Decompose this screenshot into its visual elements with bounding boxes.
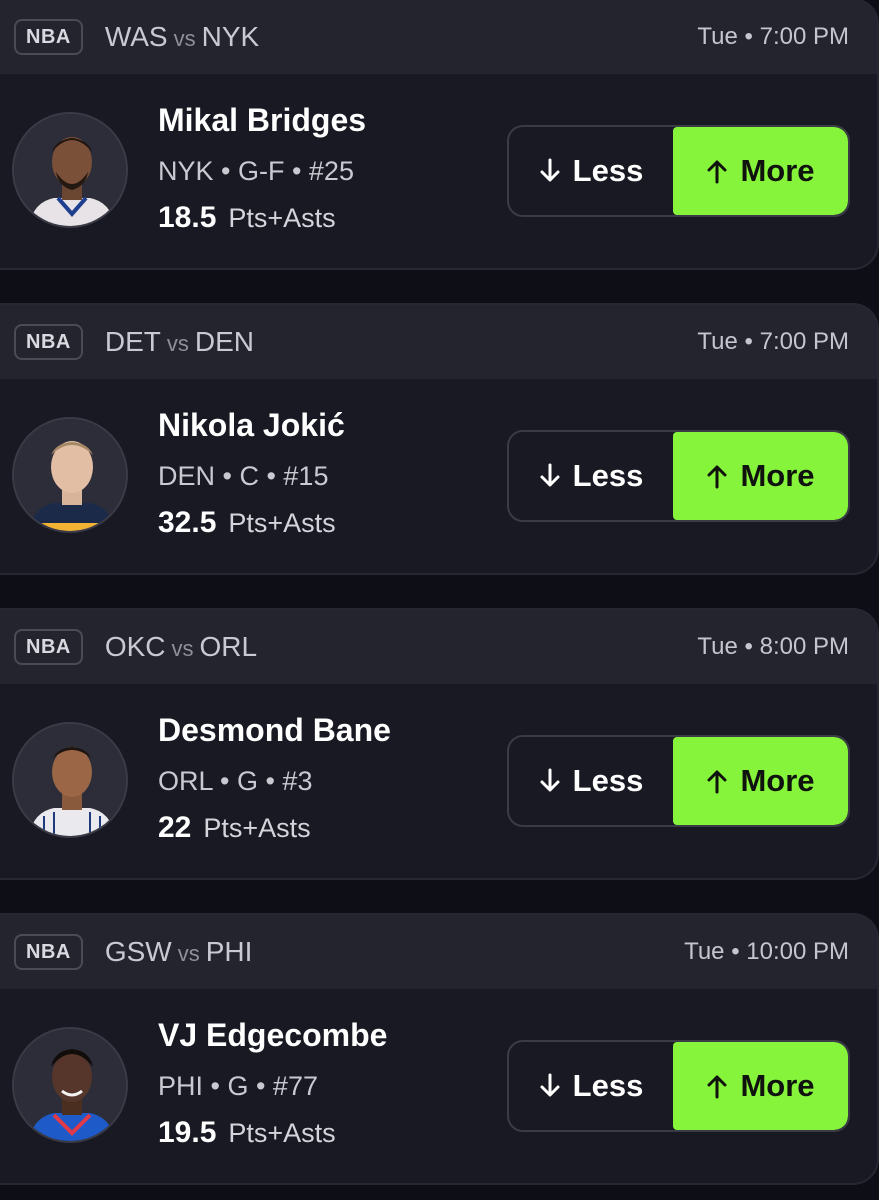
arrow-down-icon bbox=[539, 1073, 561, 1099]
league-badge: NBA bbox=[14, 324, 83, 360]
less-button[interactable]: Less bbox=[509, 737, 673, 825]
game-time: Tue • 10:00 PM bbox=[684, 938, 849, 965]
matchup: GSW vs PHI bbox=[105, 936, 253, 968]
home-team: DET bbox=[104, 326, 161, 357]
more-label: More bbox=[740, 1068, 815, 1103]
matchup: WAS vs NYK bbox=[105, 21, 259, 53]
game-time: Tue • 8:00 PM bbox=[697, 633, 849, 660]
home-team: WAS bbox=[104, 21, 168, 52]
more-label: More bbox=[740, 763, 815, 798]
vs-label: vs bbox=[173, 26, 196, 51]
player-avatar[interactable] bbox=[12, 112, 128, 228]
stat-line: 32.5 Pts+Asts bbox=[158, 506, 336, 540]
card-body: VJ Edgecombe PHI • G • #77 19.5 Pts+Asts… bbox=[0, 989, 877, 1183]
player-headshot-icon bbox=[14, 1029, 126, 1141]
projection-card: NBA OKC vs ORL Tue • 8:00 PM Desmond Ban… bbox=[0, 608, 879, 880]
projection-card: NBA GSW vs PHI Tue • 10:00 PM VJ Edgecom… bbox=[0, 913, 879, 1185]
arrow-up-icon bbox=[706, 158, 728, 184]
away-team: ORL bbox=[199, 631, 258, 662]
game-time: Tue • 7:00 PM bbox=[697, 328, 849, 355]
pick-toggle: Less More bbox=[507, 430, 850, 522]
more-button[interactable]: More bbox=[673, 1042, 848, 1130]
arrow-up-icon bbox=[706, 768, 728, 794]
arrow-down-icon bbox=[539, 158, 561, 184]
player-avatar[interactable] bbox=[12, 722, 128, 838]
less-button[interactable]: Less bbox=[509, 1042, 673, 1130]
stat-value: 22 bbox=[158, 811, 192, 844]
league-badge: NBA bbox=[14, 629, 83, 665]
less-button[interactable]: Less bbox=[509, 432, 673, 520]
matchup: OKC vs ORL bbox=[105, 631, 257, 663]
home-team: OKC bbox=[104, 631, 166, 662]
stat-value: 19.5 bbox=[158, 1116, 217, 1149]
card-header: NBA OKC vs ORL Tue • 8:00 PM bbox=[0, 610, 877, 684]
player-headshot-icon bbox=[14, 419, 126, 531]
less-label: Less bbox=[572, 153, 644, 188]
more-button[interactable]: More bbox=[673, 432, 848, 520]
stat-type: Pts+Asts bbox=[228, 508, 336, 538]
stat-line: 18.5 Pts+Asts bbox=[158, 201, 336, 235]
less-button[interactable]: Less bbox=[509, 127, 673, 215]
player-name: VJ Edgecombe bbox=[158, 1017, 388, 1053]
arrow-down-icon bbox=[539, 768, 561, 794]
projection-card: NBA WAS vs NYK Tue • 7:00 PM Mikal Bridg… bbox=[0, 0, 879, 270]
card-header: NBA DET vs DEN Tue • 7:00 PM bbox=[0, 305, 877, 379]
arrow-up-icon bbox=[706, 1073, 728, 1099]
card-header: NBA GSW vs PHI Tue • 10:00 PM bbox=[0, 915, 877, 989]
card-body: Desmond Bane ORL • G • #3 22 Pts+Asts Le… bbox=[0, 684, 877, 878]
stat-type: Pts+Asts bbox=[228, 203, 336, 233]
arrow-up-icon bbox=[706, 463, 728, 489]
card-body: Nikola Jokić DEN • C • #15 32.5 Pts+Asts… bbox=[0, 379, 877, 573]
league-badge: NBA bbox=[14, 934, 83, 970]
player-avatar[interactable] bbox=[12, 417, 128, 533]
arrow-down-icon bbox=[539, 463, 561, 489]
player-meta: NYK • G-F • #25 bbox=[158, 156, 354, 186]
stat-value: 32.5 bbox=[158, 506, 217, 539]
more-button[interactable]: More bbox=[673, 737, 848, 825]
vs-label: vs bbox=[177, 941, 200, 966]
matchup: DET vs DEN bbox=[105, 326, 254, 358]
stat-line: 22 Pts+Asts bbox=[158, 811, 311, 845]
pick-toggle: Less More bbox=[507, 125, 850, 217]
away-team: PHI bbox=[205, 936, 253, 967]
player-meta: ORL • G • #3 bbox=[158, 766, 313, 796]
vs-label: vs bbox=[166, 331, 189, 356]
league-badge: NBA bbox=[14, 19, 83, 55]
projection-feed: NBA WAS vs NYK Tue • 7:00 PM Mikal Bridg… bbox=[0, 0, 879, 1200]
more-button[interactable]: More bbox=[673, 127, 848, 215]
projection-card: NBA DET vs DEN Tue • 7:00 PM Nikola Joki… bbox=[0, 303, 879, 575]
away-team: DEN bbox=[194, 326, 254, 357]
player-meta: PHI • G • #77 bbox=[158, 1071, 318, 1101]
player-avatar[interactable] bbox=[12, 1027, 128, 1143]
game-time: Tue • 7:00 PM bbox=[697, 23, 849, 50]
player-name: Mikal Bridges bbox=[158, 102, 367, 138]
stat-value: 18.5 bbox=[158, 201, 217, 234]
less-label: Less bbox=[572, 763, 644, 798]
more-label: More bbox=[740, 153, 815, 188]
player-headshot-icon bbox=[14, 114, 126, 226]
home-team: GSW bbox=[104, 936, 172, 967]
stat-type: Pts+Asts bbox=[228, 1118, 336, 1148]
vs-label: vs bbox=[171, 636, 194, 661]
stat-line: 19.5 Pts+Asts bbox=[158, 1116, 336, 1150]
card-body: Mikal Bridges NYK • G-F • #25 18.5 Pts+A… bbox=[0, 74, 877, 268]
stat-type: Pts+Asts bbox=[203, 813, 311, 843]
more-label: More bbox=[740, 458, 815, 493]
less-label: Less bbox=[572, 1068, 644, 1103]
player-name: Nikola Jokić bbox=[158, 407, 345, 443]
away-team: NYK bbox=[201, 21, 260, 52]
less-label: Less bbox=[572, 458, 644, 493]
pick-toggle: Less More bbox=[507, 1040, 850, 1132]
player-meta: DEN • C • #15 bbox=[158, 461, 329, 491]
player-headshot-icon bbox=[14, 724, 126, 836]
player-name: Desmond Bane bbox=[158, 712, 391, 748]
pick-toggle: Less More bbox=[507, 735, 850, 827]
card-header: NBA WAS vs NYK Tue • 7:00 PM bbox=[0, 0, 877, 74]
